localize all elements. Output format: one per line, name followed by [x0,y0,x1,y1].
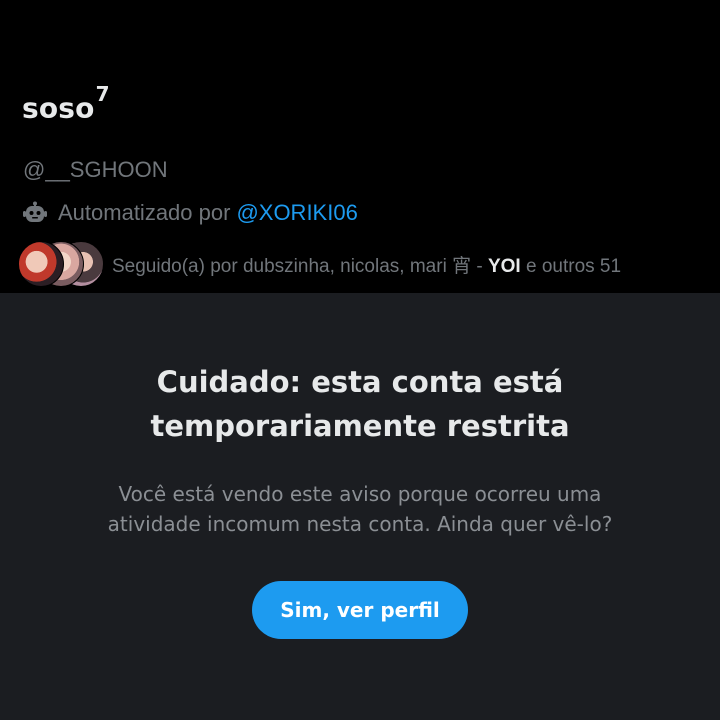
warning-body-line-1: Você está vendo este aviso porque ocorre… [118,482,602,506]
followed-by-suffix: e outros 51 [520,255,622,277]
view-profile-button[interactable]: Sim, ver perfil [252,581,468,639]
automated-row: Automatizado por @XORIKI06 [22,200,358,226]
profile-name-text: soso [22,91,95,125]
profile-handle: @__SGHOON [23,157,168,182]
follower-avatars [18,241,104,287]
followers-you-know[interactable]: Seguido(a) por dubszinha, nicolas, mari … [18,241,621,287]
followed-by-bold: YOI [487,255,521,277]
warning-title: Cuidado: esta conta está temporariamente… [0,360,720,448]
warning-title-line-1: Cuidado: esta conta está [156,365,564,399]
automated-by-link[interactable]: @XORIKI06 [236,200,357,226]
profile-name-superscript: 7 [95,82,110,106]
warning-body-line-2: atividade incomum nesta conta. Ainda que… [107,512,613,536]
avatar [18,241,64,287]
followed-by-prefix: Seguido(a) por dubszinha, nicolas, mari … [112,255,488,277]
profile-header: soso7 @__SGHOON Automatizado por @XORIKI… [0,0,720,293]
bot-icon [22,200,48,226]
followed-by-text: Seguido(a) por dubszinha, nicolas, mari … [112,251,621,278]
profile-name: soso7 [22,82,110,125]
restricted-warning-panel: Cuidado: esta conta está temporariamente… [0,293,720,720]
automated-label: Automatizado por [58,200,231,225]
warning-body: Você está vendo este aviso porque ocorre… [60,479,660,539]
warning-title-line-2: temporariamente restrita [150,409,570,443]
